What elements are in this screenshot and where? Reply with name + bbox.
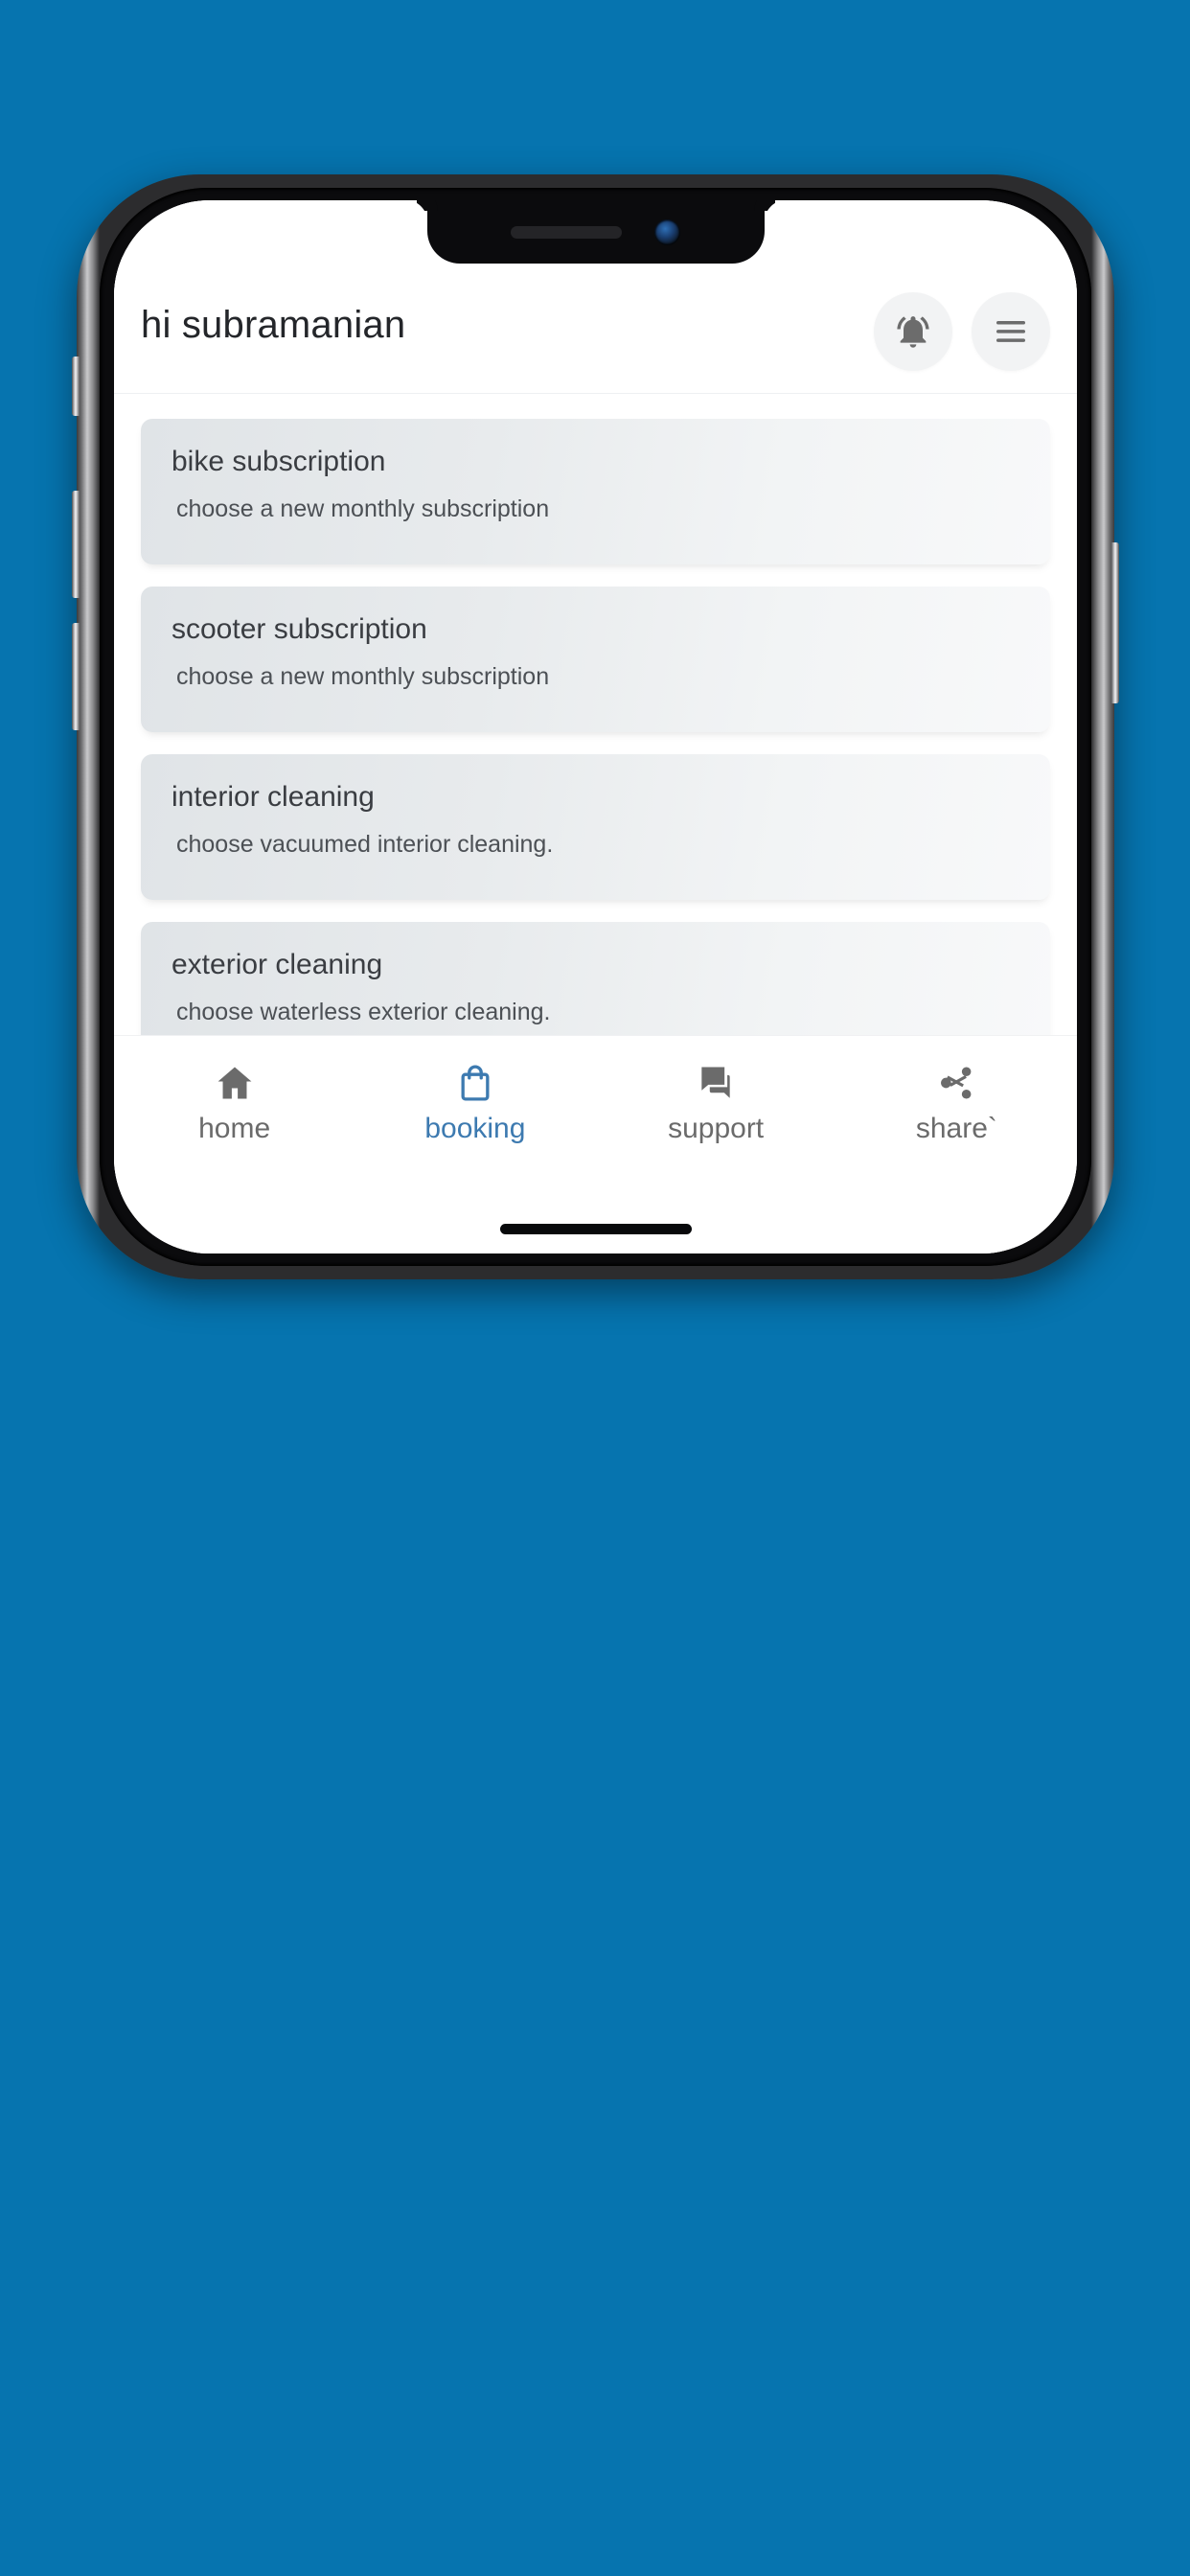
bottom-navigation-bar: home booking support share`: [114, 1035, 1077, 1204]
service-card-scooter-subscription[interactable]: scooter subscription choose a new monthl…: [141, 586, 1050, 732]
nav-item-share[interactable]: share`: [836, 1061, 1077, 1143]
phone-device: hi subramanian bike subscription choose …: [72, 174, 1119, 1279]
nav-item-booking[interactable]: booking: [355, 1061, 595, 1143]
card-subtitle: choose waterless exterior cleaning.: [176, 999, 551, 1025]
card-title: exterior cleaning: [172, 949, 383, 980]
question-answer-icon: [695, 1061, 737, 1105]
nav-label: support: [668, 1113, 765, 1144]
page-title: hi subramanian: [141, 304, 406, 346]
front-camera-icon: [654, 218, 680, 245]
card-subtitle: choose a new monthly subscription: [176, 495, 550, 522]
volume-up-button[interactable]: [72, 491, 80, 598]
menu-button[interactable]: [972, 292, 1050, 371]
card-title: scooter subscription: [172, 613, 427, 645]
card-subtitle: choose vacuumed interior cleaning.: [176, 831, 554, 858]
phone-screen: hi subramanian bike subscription choose …: [114, 200, 1077, 1254]
nav-label: booking: [424, 1113, 526, 1144]
header-actions: [874, 292, 1050, 371]
service-card-exterior-cleaning[interactable]: exterior cleaning choose waterless exter…: [141, 922, 1050, 1035]
home-icon: [214, 1061, 256, 1105]
card-title: interior cleaning: [172, 781, 375, 813]
notifications-button[interactable]: [874, 292, 952, 371]
card-title: bike subscription: [172, 446, 386, 477]
speaker-grille-icon: [511, 225, 622, 239]
shopping-bag-icon: [454, 1061, 496, 1105]
notifications-active-icon: [894, 312, 932, 351]
service-card-list: bike subscription choose a new monthly s…: [114, 394, 1077, 1035]
nav-item-support[interactable]: support: [596, 1061, 836, 1143]
phone-bezel: hi subramanian bike subscription choose …: [100, 188, 1091, 1266]
nav-item-home[interactable]: home: [114, 1061, 355, 1143]
card-subtitle: choose a new monthly subscription: [176, 663, 550, 690]
nav-label: share`: [915, 1113, 997, 1144]
mute-switch[interactable]: [72, 356, 80, 416]
service-card-interior-cleaning[interactable]: interior cleaning choose vacuumed interi…: [141, 754, 1050, 900]
home-indicator[interactable]: [499, 1223, 692, 1234]
power-button[interactable]: [1111, 542, 1119, 703]
app-root: hi subramanian bike subscription choose …: [114, 200, 1077, 1254]
nav-label: home: [198, 1113, 271, 1144]
share-icon: [935, 1061, 977, 1105]
home-indicator-area: [114, 1204, 1077, 1254]
hamburger-menu-icon: [992, 312, 1030, 351]
phone-notch: [426, 200, 765, 264]
volume-down-button[interactable]: [72, 623, 80, 730]
service-card-bike-subscription[interactable]: bike subscription choose a new monthly s…: [141, 419, 1050, 564]
